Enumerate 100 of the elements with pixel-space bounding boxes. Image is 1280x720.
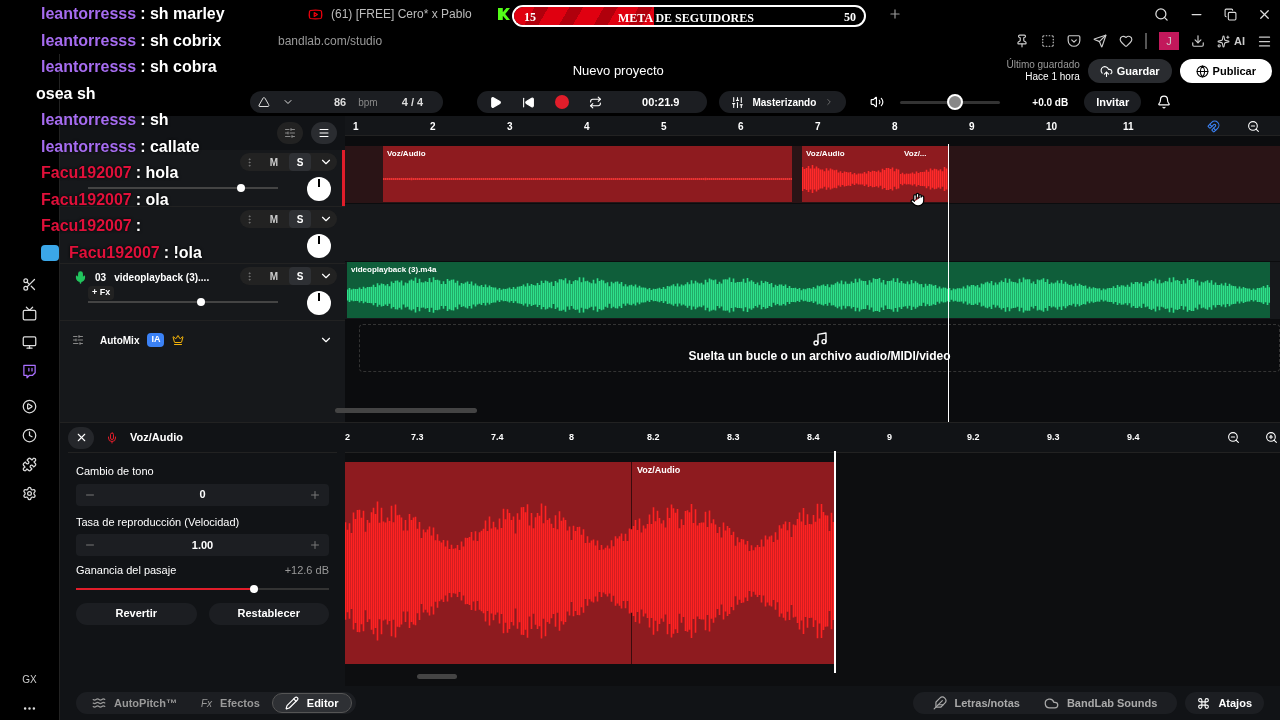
track-volume-slider[interactable]	[88, 184, 278, 192]
record-button[interactable]	[555, 95, 570, 109]
horizontal-scrollbar[interactable]	[417, 674, 457, 679]
download-icon[interactable]	[1191, 34, 1205, 48]
clock-icon[interactable]	[22, 428, 37, 443]
zoom-out-icon[interactable]	[1247, 120, 1260, 133]
invite-button[interactable]: Invitar	[1084, 91, 1142, 113]
cloud-upload-icon	[1099, 64, 1113, 78]
profile-avatar[interactable]: J	[1159, 32, 1179, 50]
ruler-mark: 2	[430, 120, 436, 134]
search-icon[interactable]	[1154, 6, 1169, 22]
tv-icon[interactable]	[22, 306, 37, 321]
address-url[interactable]: bandlab.com/studio	[278, 32, 383, 50]
new-tab-icon[interactable]	[888, 7, 902, 21]
pan-knob[interactable]	[307, 291, 331, 315]
track-volume-thumb[interactable]	[197, 298, 206, 306]
track-volume-slider[interactable]	[88, 298, 278, 306]
mute-button[interactable]: M	[263, 210, 285, 228]
plus-icon[interactable]	[309, 539, 321, 551]
tempo-value[interactable]: 86	[334, 93, 347, 111]
gain-slider[interactable]	[76, 584, 329, 593]
master-volume-slider[interactable]	[900, 94, 1001, 110]
pin-icon[interactable]	[1015, 34, 1029, 48]
ruler-mark: 8.4	[807, 431, 820, 444]
heart-icon[interactable]	[1119, 34, 1133, 48]
screenshot-icon[interactable]	[1041, 34, 1055, 48]
zoom-out-icon[interactable]	[1227, 431, 1240, 444]
panel-tab[interactable]: Fx Efectos	[188, 693, 272, 713]
menu-icon[interactable]	[1257, 33, 1272, 49]
panel-link[interactable]: BandLab Sounds	[1031, 693, 1170, 713]
zoom-in-icon[interactable]	[1265, 431, 1278, 444]
chat-username: leantorresss	[41, 4, 137, 25]
clip-label: Voz/...	[904, 148, 927, 160]
shortcuts-button[interactable]: Atajos	[1185, 692, 1264, 714]
track-volume-thumb[interactable]	[237, 184, 246, 192]
pocket-icon[interactable]	[1067, 34, 1081, 48]
audio-clip[interactable]: Voz/Audio	[802, 146, 900, 202]
track-number: 03	[95, 271, 107, 285]
plus-icon[interactable]	[309, 488, 321, 501]
panel-tab[interactable]: Editor	[271, 693, 352, 713]
close-button[interactable]	[68, 426, 94, 449]
track-lane[interactable]: Voz/Audio Voz/Audio Voz/...	[345, 146, 1280, 203]
audio-clip[interactable]: Voz/Audio	[383, 146, 792, 202]
revert-button[interactable]: Revertir	[76, 602, 197, 625]
chat-username: Facu192007	[41, 189, 132, 210]
audio-clip[interactable]: Voz/...	[900, 146, 948, 202]
panel-link[interactable]: Letras/notas	[920, 693, 1032, 713]
publish-button[interactable]: Publicar	[1179, 59, 1272, 83]
play-circle-icon[interactable]	[22, 399, 37, 414]
add-fx-button[interactable]: + Fx	[88, 286, 115, 300]
pitch-stepper[interactable]: 0	[76, 483, 329, 506]
mute-button[interactable]: M	[263, 267, 285, 285]
time-signature[interactable]: 4 / 4	[401, 93, 424, 111]
settings-icon[interactable]	[22, 486, 37, 501]
play-icon[interactable]	[489, 95, 503, 109]
monitor-icon[interactable]	[22, 335, 37, 350]
restore-icon[interactable]	[1224, 7, 1237, 21]
solo-button[interactable]: S	[289, 210, 311, 228]
pan-knob[interactable]	[307, 234, 331, 258]
reset-button[interactable]: Restablecer	[208, 602, 329, 625]
magnet-icon[interactable]	[1207, 120, 1220, 133]
automix-label: AutoMix	[100, 333, 140, 348]
save-button[interactable]: Guardar	[1087, 59, 1172, 83]
ai-button[interactable]: AI	[1217, 32, 1245, 50]
loop-icon[interactable]	[589, 95, 603, 109]
master-gain: +0.0 dB	[1032, 95, 1069, 110]
solo-button[interactable]: S	[289, 267, 311, 285]
chat-username: Facu192007	[41, 216, 132, 237]
automix-row[interactable]: AutoMix IA	[60, 325, 345, 355]
chat-message: osea sh	[36, 83, 96, 104]
pan-knob[interactable]	[307, 177, 331, 201]
bell-icon[interactable]	[1157, 95, 1172, 109]
editor-clip[interactable]: Voz/Audio	[345, 462, 835, 664]
ruler-mark: 8.2	[647, 431, 660, 444]
rate-stepper[interactable]: 1.00	[76, 534, 329, 556]
gain-label: Ganancia del pasaje	[76, 563, 177, 578]
chat-username: leantorresss	[41, 110, 137, 131]
skip-back-icon[interactable]	[522, 95, 536, 109]
chat-message: : sh cobrix	[140, 30, 222, 51]
goal-current: 15	[524, 9, 536, 25]
globe-icon	[1195, 64, 1209, 78]
solo-button[interactable]: S	[289, 153, 311, 171]
panel-tab[interactable]: AutoPitch™	[80, 693, 189, 713]
ruler-mark: 1	[353, 120, 359, 134]
gain-slider-thumb[interactable]	[249, 584, 258, 593]
browser-tab[interactable]: (61) [FREE] Cero* x Pablo	[300, 3, 490, 25]
scissors-icon[interactable]	[22, 277, 37, 292]
sidebar-label[interactable]: GX	[22, 672, 37, 687]
master-volume-thumb[interactable]	[946, 94, 963, 110]
horizontal-scrollbar[interactable]	[335, 408, 477, 413]
volume-icon[interactable]	[870, 95, 885, 109]
twitch-icon[interactable]	[22, 364, 37, 379]
puzzle-icon[interactable]	[22, 457, 37, 472]
gain-value: +12.6 dB	[284, 563, 329, 578]
add-music-icon	[811, 331, 828, 347]
track-lane[interactable]	[345, 204, 1280, 261]
project-title: Nuevo proyecto	[572, 62, 664, 81]
send-icon[interactable]	[1093, 34, 1107, 48]
mute-button[interactable]: M	[263, 153, 285, 171]
mastering-button[interactable]: Masterizando	[719, 91, 847, 113]
